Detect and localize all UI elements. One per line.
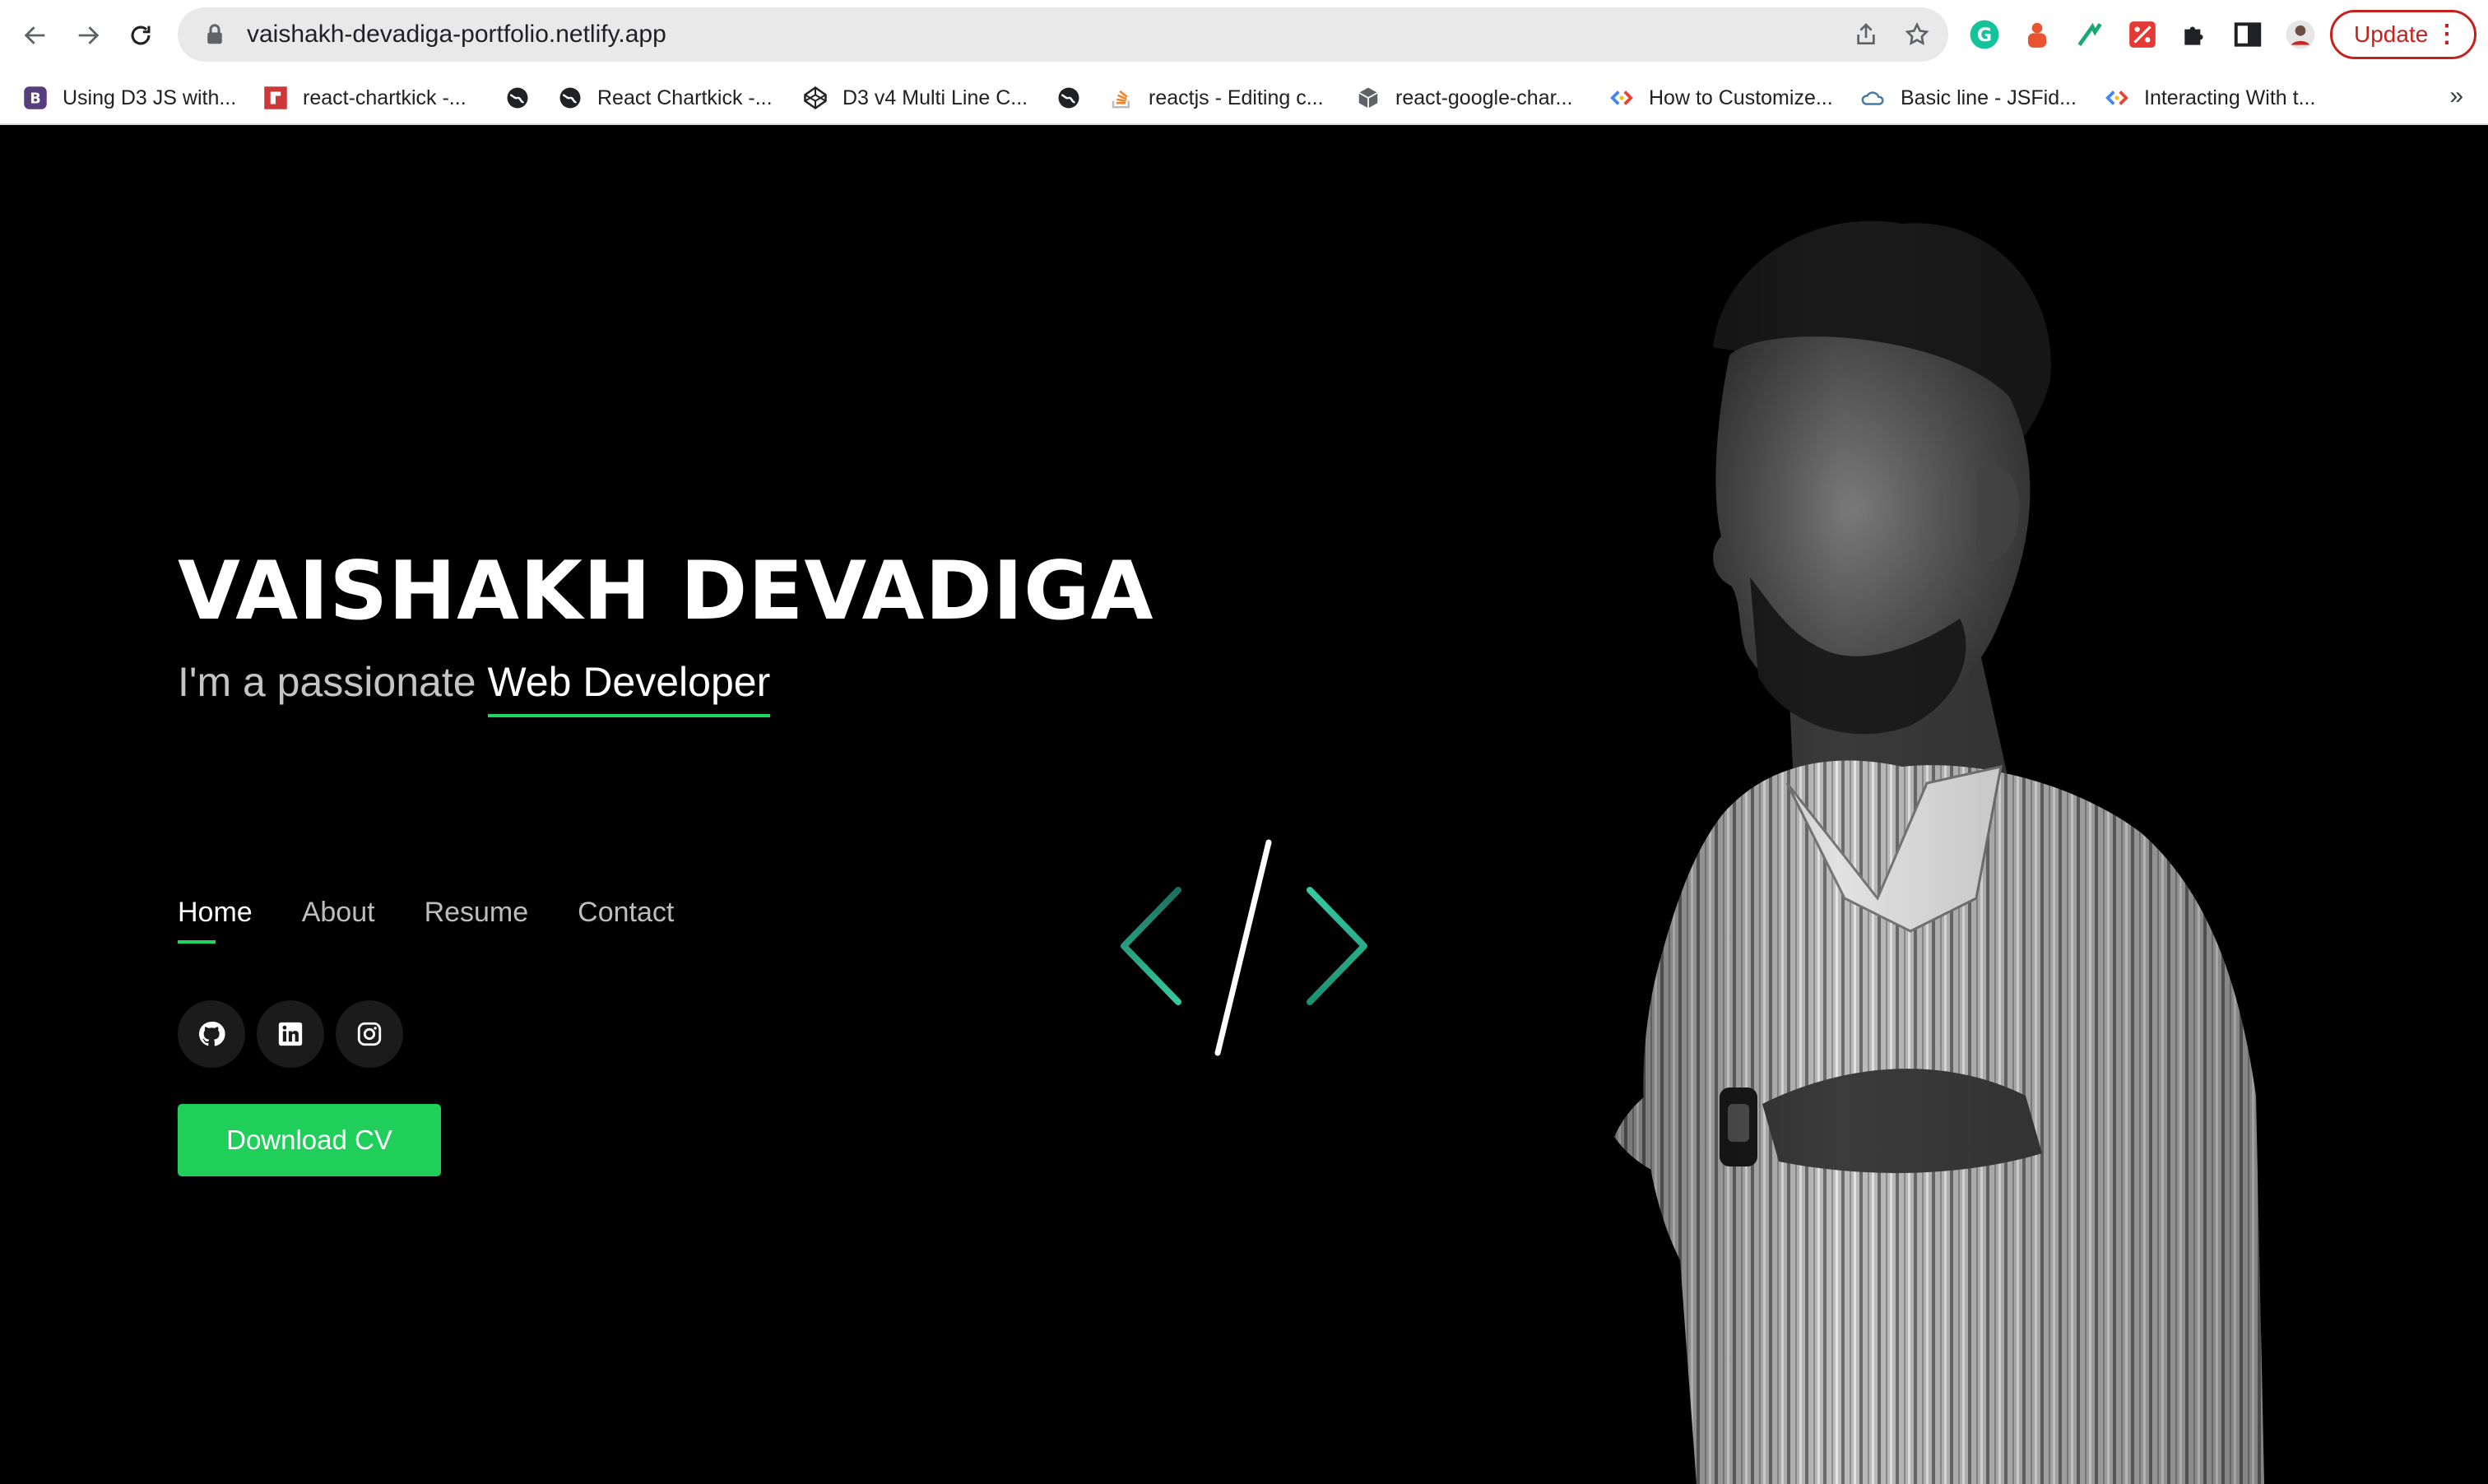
github-icon <box>198 1022 225 1046</box>
codepen-icon <box>803 86 828 110</box>
nav-item-contact[interactable]: Contact <box>578 897 674 944</box>
globe-icon <box>558 86 583 110</box>
browser-toolbar: vaishakh-devadiga-portfolio.netlify.app … <box>0 0 2488 71</box>
grammarly-icon[interactable]: G <box>1968 18 2001 51</box>
hero-name: VAISHAKH DEVADIGA <box>178 545 1154 638</box>
instagram-link[interactable] <box>336 1000 403 1068</box>
bookmark-item[interactable]: D3 v4 Multi Line C... <box>803 71 1028 125</box>
globe-icon <box>505 86 530 110</box>
svg-text:B: B <box>30 90 40 107</box>
bookmark-star-icon[interactable] <box>1904 21 1930 48</box>
arrow-extension-icon[interactable] <box>2073 18 2106 51</box>
bookmark-item[interactable]: How to Customize... <box>1609 71 1833 125</box>
back-arrow-icon <box>24 26 45 44</box>
code-brackets-icon <box>1121 839 1367 1056</box>
bookmark-item[interactable] <box>505 71 545 125</box>
linkedin-link[interactable] <box>257 1000 324 1068</box>
tagline-prefix: I'm a passionate <box>178 659 476 705</box>
instagram-icon <box>357 1022 382 1046</box>
nav-item-home[interactable]: Home <box>178 897 253 944</box>
code-icon <box>2105 86 2129 110</box>
update-label: Update <box>2354 21 2429 47</box>
share-icon[interactable] <box>1853 21 1879 48</box>
bookmarks-bar: B Using D3 JS with... react-chartkick -.… <box>0 71 2488 125</box>
bookmark-item[interactable] <box>1056 71 1096 125</box>
globe-icon <box>1056 86 1081 110</box>
download-cv-button[interactable]: Download CV <box>178 1104 441 1176</box>
bookmark-label: Interacting With t... <box>2144 86 2316 109</box>
main-nav: Home About Resume Contact <box>178 897 723 944</box>
github-link[interactable] <box>178 1000 245 1068</box>
bookmark-label: react-google-char... <box>1395 86 1573 109</box>
update-button[interactable]: Update ⋮ <box>2330 10 2476 59</box>
percent-extension-icon[interactable] <box>2126 18 2159 51</box>
tagline: I'm a passionate Web Developer <box>178 658 770 717</box>
social-links <box>178 1000 415 1068</box>
bookmark-item[interactable]: reactjs - Editing c... <box>1109 71 1324 125</box>
bookmark-item[interactable]: React Chartkick -... <box>558 71 773 125</box>
forward-button[interactable] <box>69 16 107 54</box>
tagline-role: Web Developer <box>487 658 770 717</box>
bookmark-label: reactjs - Editing c... <box>1149 86 1324 109</box>
profile-portrait <box>1516 191 2322 1484</box>
bookmark-item[interactable]: react-google-char... <box>1356 71 1572 125</box>
jsfiddle-icon <box>1861 86 1886 110</box>
bookmark-label: react-chartkick -... <box>303 86 466 109</box>
nav-item-resume[interactable]: Resume <box>425 897 529 944</box>
bookmark-label: React Chartkick -... <box>597 86 773 109</box>
reload-button[interactable] <box>122 16 160 54</box>
address-bar[interactable]: vaishakh-devadiga-portfolio.netlify.app <box>178 7 1948 62</box>
lock-icon <box>207 24 222 44</box>
nav-item-about[interactable]: About <box>302 897 375 944</box>
bookmark-item[interactable]: Basic line - JSFid... <box>1861 71 2077 125</box>
bookmark-item[interactable]: B Using D3 JS with... <box>23 71 236 125</box>
npm-icon <box>263 86 288 110</box>
svg-text:G: G <box>1977 25 1992 46</box>
bookmark-label: D3 v4 Multi Line C... <box>842 86 1028 109</box>
bookmark-item[interactable]: react-chartkick -... <box>263 71 466 125</box>
forward-arrow-icon <box>78 26 100 44</box>
puzzle-icon[interactable] <box>2179 18 2212 51</box>
profile-avatar[interactable] <box>2284 18 2317 51</box>
stackoverflow-icon <box>1109 86 1134 110</box>
url-text: vaishakh-devadiga-portfolio.netlify.app <box>247 21 666 48</box>
bookmark-label: Using D3 JS with... <box>63 86 237 109</box>
bootstrap-icon: B <box>23 86 48 110</box>
reload-icon <box>131 26 151 45</box>
linkedin-icon <box>278 1022 303 1046</box>
back-button[interactable] <box>16 16 54 54</box>
bookmark-label: Basic line - JSFid... <box>1901 86 2077 109</box>
bookmarks-overflow-icon[interactable]: » <box>2449 82 2463 110</box>
code-icon <box>1609 86 1634 110</box>
more-menu-icon: ⋮ <box>2435 21 2459 48</box>
bookmark-item[interactable]: Interacting With t... <box>2105 71 2315 125</box>
package-icon <box>1356 86 1381 110</box>
sidepanel-icon[interactable] <box>2231 18 2264 51</box>
portfolio-page: VAISHAKH DEVADIGA I'm a passionate Web D… <box>2 125 2486 1484</box>
bookmark-label: How to Customize... <box>1649 86 1833 109</box>
bear-icon[interactable] <box>2021 18 2054 51</box>
